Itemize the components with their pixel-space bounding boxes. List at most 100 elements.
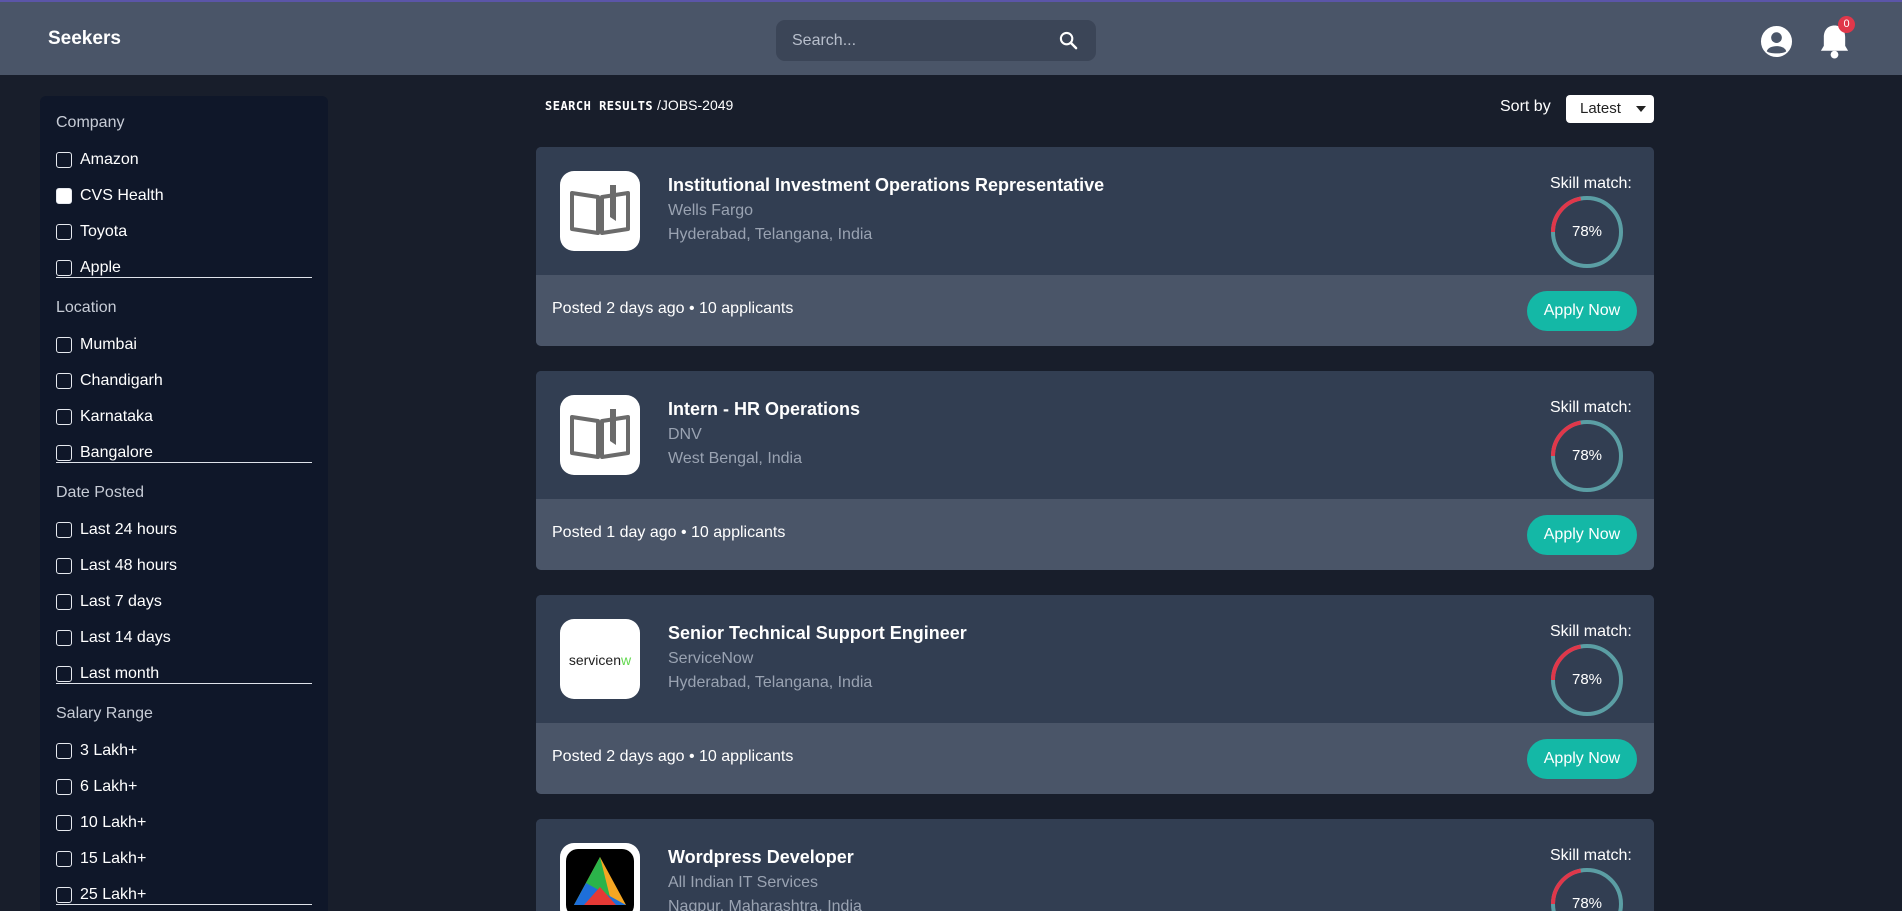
- filter-option-label: Apple: [80, 259, 121, 276]
- filter-option-apple[interactable]: Apple: [56, 258, 121, 278]
- filter-option-label: 15 Lakh+: [80, 850, 147, 867]
- filter-option-10-lakh[interactable]: 10 Lakh+: [56, 813, 146, 833]
- job-title[interactable]: Institutional Investment Operations Repr…: [668, 175, 1104, 196]
- filter-option-mumbai[interactable]: Mumbai: [56, 335, 137, 355]
- filter-option-last-14-days[interactable]: Last 14 days: [56, 628, 171, 648]
- job-card[interactable]: Institutional Investment Operations Repr…: [536, 147, 1654, 346]
- posted-info: Posted 2 days ago • 10 applicants: [552, 748, 794, 765]
- checkbox[interactable]: [56, 337, 72, 353]
- sort-dropdown[interactable]: Latest: [1566, 95, 1654, 123]
- job-title[interactable]: Wordpress Developer: [668, 847, 854, 868]
- user-account-icon[interactable]: [1760, 25, 1793, 58]
- filter-option-25-lakh[interactable]: 25 Lakh+: [56, 885, 146, 905]
- skill-match-value: 78%: [1571, 223, 1603, 240]
- filter-option-label: Mumbai: [80, 336, 137, 353]
- filter-option-chandigarh[interactable]: Chandigarh: [56, 371, 163, 391]
- filter-option-15-lakh[interactable]: 15 Lakh+: [56, 849, 146, 869]
- caret-down-icon: [1636, 106, 1646, 112]
- results-breadcrumb: SEARCH RESULTS /JOBS-2049: [545, 97, 733, 113]
- apply-now-button[interactable]: Apply Now: [1527, 291, 1637, 331]
- job-company: ServiceNow: [668, 650, 754, 667]
- job-company: Wells Fargo: [668, 202, 754, 219]
- filter-option-last-7-days[interactable]: Last 7 days: [56, 592, 162, 612]
- job-location: Hyderabad, Telangana, India: [668, 226, 873, 243]
- checkbox[interactable]: [56, 260, 72, 276]
- filter-group-title: Date Posted: [56, 484, 145, 501]
- top-navbar: Seekers 0: [0, 0, 1902, 75]
- filter-option-karnataka[interactable]: Karnataka: [56, 407, 153, 427]
- checkbox[interactable]: [56, 224, 72, 240]
- job-location: West Bengal, India: [668, 450, 803, 467]
- posted-info: Posted 2 days ago • 10 applicants: [552, 300, 794, 317]
- filter-group-company: Company Amazon CVS Health Toyota Apple: [56, 114, 312, 278]
- apply-now-button[interactable]: Apply Now: [1527, 739, 1637, 779]
- job-title[interactable]: Intern - HR Operations: [668, 399, 860, 420]
- brand-logo[interactable]: Seekers: [48, 28, 121, 50]
- checkbox[interactable]: [56, 594, 72, 610]
- filter-option-label: Last 24 hours: [80, 521, 177, 538]
- filter-option-label: 10 Lakh+: [80, 814, 147, 831]
- checkbox[interactable]: [56, 152, 72, 168]
- checkbox[interactable]: [56, 851, 72, 867]
- divider: [56, 462, 312, 463]
- job-location: Hyderabad, Telangana, India: [668, 674, 873, 691]
- filter-option-label: Chandigarh: [80, 372, 163, 389]
- filter-option-label: 6 Lakh+: [80, 778, 138, 795]
- filter-group-salary-range: Salary Range 3 Lakh+ 6 Lakh+ 10 Lakh+ 15…: [56, 705, 312, 905]
- search-bar: [776, 20, 1096, 61]
- filter-option-label: Karnataka: [80, 408, 153, 425]
- checkbox[interactable]: [56, 815, 72, 831]
- job-card[interactable]: servicenw Senior Technical Support Engin…: [536, 595, 1654, 794]
- filter-option-label: 3 Lakh+: [80, 742, 138, 759]
- filter-option-3-lakh[interactable]: 3 Lakh+: [56, 741, 137, 761]
- filter-option-label: Bangalore: [80, 444, 153, 461]
- checkbox[interactable]: [56, 373, 72, 389]
- filter-option-toyota[interactable]: Toyota: [56, 222, 127, 242]
- checkbox[interactable]: [56, 887, 72, 903]
- sort-label: Sort by: [1500, 98, 1551, 115]
- filter-group-location: Location Mumbai Chandigarh Karnataka Ban…: [56, 299, 312, 463]
- apply-now-button[interactable]: Apply Now: [1527, 515, 1637, 555]
- book-icon: [570, 185, 630, 235]
- filter-option-bangalore[interactable]: Bangalore: [56, 443, 153, 463]
- checkbox[interactable]: [56, 445, 72, 461]
- checkbox[interactable]: [56, 188, 72, 204]
- search-icon[interactable]: [1059, 31, 1078, 50]
- results-path: /JOBS-2049: [657, 97, 734, 113]
- filter-group-title: Salary Range: [56, 705, 153, 722]
- triangle-logo: [566, 849, 634, 911]
- filter-option-6-lakh[interactable]: 6 Lakh+: [56, 777, 137, 797]
- checkbox[interactable]: [56, 630, 72, 646]
- checkbox[interactable]: [56, 409, 72, 425]
- checkbox[interactable]: [56, 779, 72, 795]
- filter-option-label: 25 Lakh+: [80, 886, 147, 903]
- skill-match-label: Skill match:: [1550, 623, 1632, 640]
- filter-option-last-month[interactable]: Last month: [56, 664, 159, 684]
- filter-group-date-posted: Date Posted Last 24 hours Last 48 hours …: [56, 484, 312, 684]
- checkbox[interactable]: [56, 558, 72, 574]
- filter-option-last-48-hours[interactable]: Last 48 hours: [56, 556, 177, 576]
- filter-option-label: Last 48 hours: [80, 557, 177, 574]
- sort-selected-value: Latest: [1580, 100, 1621, 117]
- job-card[interactable]: Intern - HR Operations DNV West Bengal, …: [536, 371, 1654, 570]
- filter-option-label: Last 14 days: [80, 629, 171, 646]
- filter-option-amazon[interactable]: Amazon: [56, 150, 139, 170]
- job-location: Nagpur, Maharashtra, India: [668, 898, 862, 911]
- job-card[interactable]: Wordpress Developer All Indian IT Servic…: [536, 819, 1654, 911]
- checkbox[interactable]: [56, 522, 72, 538]
- checkbox[interactable]: [56, 666, 72, 682]
- notification-count-badge: 0: [1838, 16, 1855, 33]
- filter-option-label: Last month: [80, 665, 160, 682]
- search-input[interactable]: [792, 20, 1052, 61]
- filter-option-cvs-health[interactable]: CVS Health: [56, 186, 164, 206]
- job-card-header: [536, 371, 1654, 499]
- posted-info: Posted 1 day ago • 10 applicants: [552, 524, 786, 541]
- servicenow-logo: servicenw: [569, 652, 632, 668]
- company-logo: [560, 395, 640, 475]
- filter-option-last-24-hours[interactable]: Last 24 hours: [56, 520, 177, 540]
- company-logo: [560, 843, 640, 911]
- checkbox[interactable]: [56, 743, 72, 759]
- company-logo: servicenw: [560, 619, 640, 699]
- job-title[interactable]: Senior Technical Support Engineer: [668, 623, 967, 644]
- skill-match-value: 78%: [1571, 671, 1603, 688]
